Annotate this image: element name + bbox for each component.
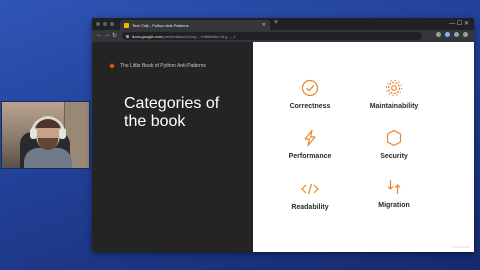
slides-favicon-icon (124, 22, 129, 28)
presentation-slide: The Little Book of Python Anti-Patterns … (92, 42, 474, 252)
category-performance: Performance (275, 129, 345, 160)
category-security: Security (359, 129, 429, 160)
tab-title: Tech Talk - Python Anti-Patterns (132, 22, 189, 28)
slide-watermark (452, 246, 470, 248)
toolbar-icons (436, 32, 468, 37)
category-label: Correctness (289, 103, 331, 110)
traffic-lights[interactable] (96, 22, 114, 26)
slide-light-panel: Correctness Maintainability Performance (253, 42, 474, 252)
address-url: docs.google.com/presentation/d/1eg…/edit… (132, 34, 236, 39)
tab-strip: Tech Talk - Python Anti-Patterns ✕ + — ☐… (92, 18, 474, 30)
new-tab-button[interactable]: + (274, 19, 278, 26)
forward-button[interactable]: → (104, 32, 110, 38)
headphone-left-cup (30, 128, 37, 139)
category-maintainability: Maintainability (359, 79, 429, 110)
swap-arrows-icon (387, 180, 401, 194)
lock-icon (126, 34, 129, 38)
menu-dots-icon[interactable] (463, 32, 468, 37)
bookmark-star-icon[interactable] (436, 32, 441, 37)
category-label: Security (380, 153, 408, 160)
category-correctness: Correctness (275, 79, 345, 110)
close-window-dot[interactable] (96, 22, 100, 26)
url-host: docs.google.com (132, 33, 163, 39)
shield-icon (386, 129, 402, 147)
category-readability: Readability (275, 180, 345, 211)
book-logo-icon (109, 63, 115, 69)
browser-tab-active[interactable]: Tech Talk - Python Anti-Patterns ✕ (120, 20, 270, 30)
browser-window: Tech Talk - Python Anti-Patterns ✕ + — ☐… (92, 18, 474, 252)
book-header: The Little Book of Python Anti-Patterns (109, 63, 206, 69)
lightning-icon (304, 129, 316, 147)
webcam-video (1, 101, 90, 169)
slide-heading: Categories of the book (124, 95, 220, 130)
code-icon (301, 183, 319, 195)
extension-icon[interactable] (445, 32, 450, 37)
category-label: Readability (291, 204, 329, 211)
zoom-window-dot[interactable] (110, 22, 114, 26)
slide-dark-panel: The Little Book of Python Anti-Patterns … (92, 42, 253, 252)
minimize-window-dot[interactable] (103, 22, 107, 26)
category-label: Maintainability (369, 103, 419, 110)
book-title: The Little Book of Python Anti-Patterns (120, 63, 206, 69)
tab-close-icon[interactable]: ✕ (262, 22, 266, 28)
gear-icon (385, 79, 403, 97)
reload-button[interactable]: ↻ (112, 32, 117, 39)
category-label: Migration (378, 202, 410, 209)
person-shirt (24, 148, 72, 168)
check-circle-icon (301, 79, 319, 97)
category-label: Performance (288, 153, 332, 160)
url-path: /presentation/d/1eg…/edit#slide=id.g…_1 (162, 33, 236, 39)
window-controls[interactable]: — ☐ ✕ (449, 20, 469, 27)
back-button[interactable]: ← (96, 32, 102, 38)
category-migration: Migration (359, 178, 429, 209)
profile-avatar-icon[interactable] (454, 32, 459, 37)
address-bar[interactable]: docs.google.com/presentation/d/1eg…/edit… (122, 32, 422, 40)
headphone-right-cup (59, 128, 66, 139)
browser-toolbar: ← → ↻ docs.google.com/presentation/d/1eg… (92, 30, 474, 42)
